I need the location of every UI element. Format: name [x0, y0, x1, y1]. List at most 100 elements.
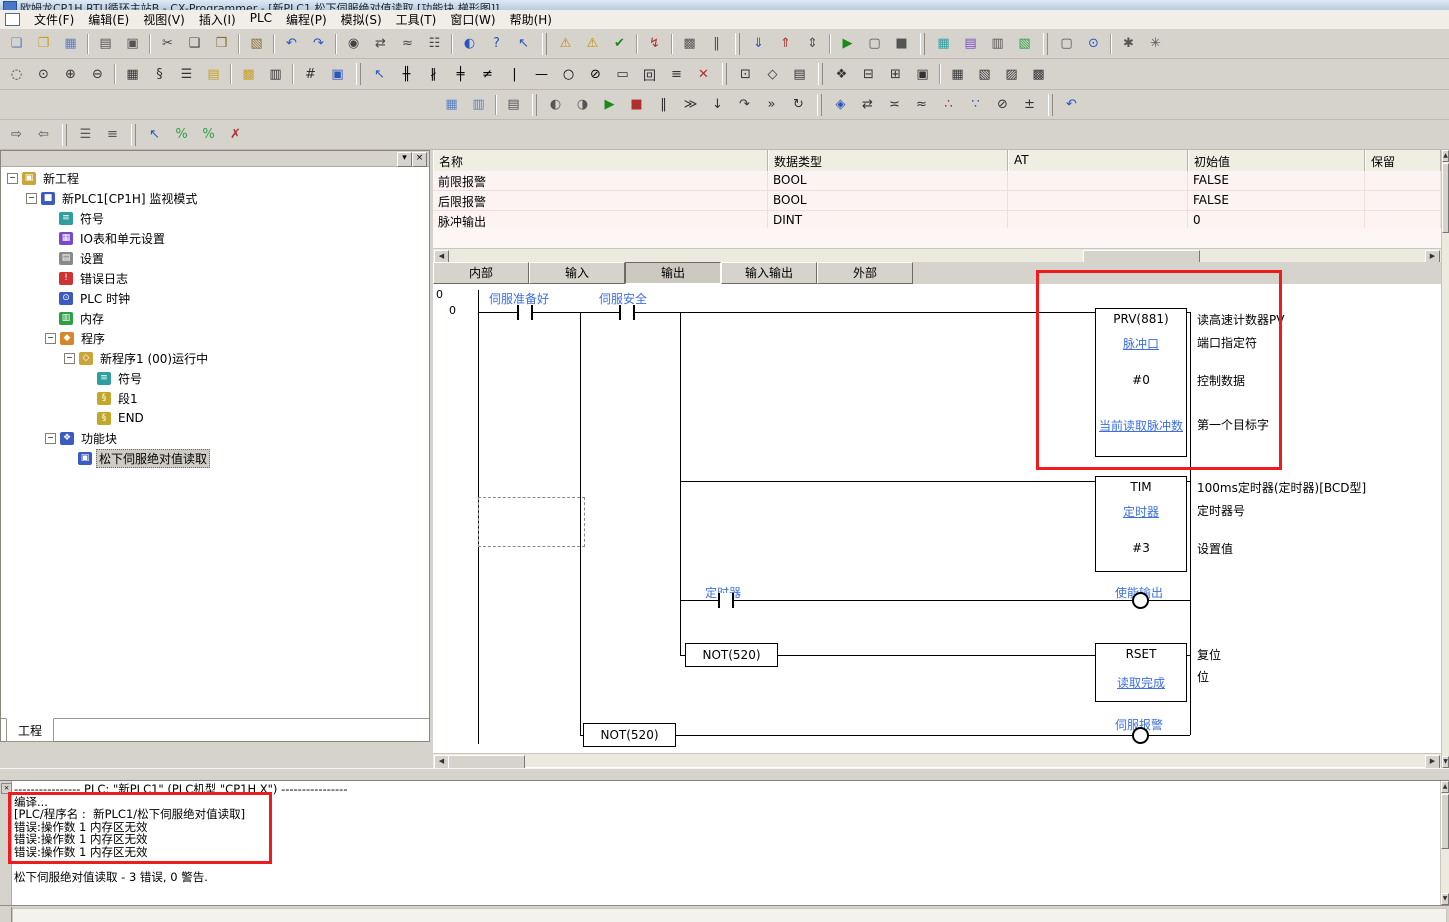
variable-table-hscrollbar[interactable]: ◀ ▶ [433, 248, 1441, 262]
tree-expander-icon[interactable]: − [45, 333, 56, 344]
scrollbar-thumb[interactable] [1442, 163, 1449, 233]
tree-item-fb-instance[interactable]: ▣松下伺服绝对值读取 [1, 448, 429, 468]
paste-attributes-button[interactable]: ▧ [244, 32, 269, 56]
coil-servo-alarm[interactable] [1132, 727, 1149, 744]
tree-item-section-1[interactable]: §段1 [1, 388, 429, 408]
output-window-button[interactable]: ▨ [999, 62, 1024, 86]
io-table-view-button[interactable]: ▤ [958, 32, 983, 56]
menu-view[interactable]: 视图(V) [136, 9, 192, 30]
output-vscrollbar[interactable]: ▲ ▼ [1440, 781, 1449, 905]
table-row[interactable]: 前限报警BOOLFALSE [433, 171, 1441, 191]
tree-item-project[interactable]: −▣新工程 [1, 168, 429, 188]
print-preview-button[interactable]: ▣ [120, 32, 145, 56]
zoom-button[interactable]: ⊙ [31, 62, 56, 86]
pause-button[interactable]: ‖ [651, 93, 676, 117]
table-cell[interactable] [1365, 171, 1441, 190]
coil-enable-output[interactable] [1132, 592, 1149, 609]
redo-button[interactable]: ↷ [306, 32, 331, 56]
tree-item-program-1[interactable]: −◇新程序1 (00)运行中 [1, 348, 429, 368]
fb-tab-input[interactable]: 输入 [529, 262, 625, 284]
fb-save-button[interactable]: ▦ [439, 93, 464, 117]
menu-plc[interactable]: PLC [243, 9, 279, 30]
value-set-button[interactable]: ± [1017, 93, 1042, 117]
run-mode-button[interactable]: ▶ [835, 32, 860, 56]
simulation-run-button[interactable]: ▶ [597, 93, 622, 117]
symbol-table-button[interactable]: ▦ [931, 32, 956, 56]
show-symbol-bar-button[interactable]: § [147, 62, 172, 86]
show-comments-button[interactable]: ▤ [201, 62, 226, 86]
window-cascade-button[interactable]: ❖ [829, 62, 854, 86]
find-button[interactable]: ◉ [341, 32, 366, 56]
contact-servo-safe[interactable] [619, 305, 635, 320]
new-closed-contact-button[interactable]: ∦ [421, 62, 446, 86]
splitter-grip[interactable] [0, 907, 12, 922]
run-to-cursor-button[interactable]: » [759, 93, 784, 117]
tree-item-error-log[interactable]: !错误日志 [1, 268, 429, 288]
online-work-button[interactable]: ↯ [642, 32, 667, 56]
tim-operand-1[interactable]: 定时器 [1096, 503, 1186, 520]
not-instruction-2[interactable]: NOT(520) [583, 723, 676, 747]
time-chart-monitor-button[interactable]: ≈ [909, 93, 934, 117]
window-tile-h-button[interactable]: ⊟ [856, 62, 881, 86]
decrease-indent-button[interactable]: ⇦ [31, 123, 56, 147]
scroll-down-icon[interactable]: ▼ [1442, 756, 1449, 768]
prv-operand-2[interactable]: #0 [1096, 373, 1186, 387]
not-instruction-1[interactable]: NOT(520) [685, 643, 778, 667]
memory-view-button[interactable]: ▧ [1012, 32, 1037, 56]
context-help-button[interactable]: ↖ [511, 32, 536, 56]
compile-all-button[interactable]: ⚠ [580, 32, 605, 56]
plc-settings-button[interactable]: ▥ [985, 32, 1010, 56]
pv-display-button[interactable]: ⊡ [733, 62, 758, 86]
watch-window-2-button[interactable]: ▩ [1026, 62, 1051, 86]
ct-view-button[interactable]: ▣ [325, 62, 350, 86]
symbol-display-button[interactable]: ▩ [236, 62, 261, 86]
zoom-select-button[interactable]: ◌ [4, 62, 29, 86]
tree-item-program-symbols[interactable]: ≡符号 [1, 368, 429, 388]
prv-operand-1[interactable]: 脉冲口 [1096, 335, 1186, 352]
io-comment-view-button[interactable]: ▤ [787, 62, 812, 86]
fb-tab-external[interactable]: 外部 [817, 262, 913, 284]
force-on-button[interactable]: ∴ [936, 93, 961, 117]
tree-item-plc-clock[interactable]: ⊙PLC 时钟 [1, 288, 429, 308]
menu-tools[interactable]: 工具(T) [389, 9, 444, 30]
tree-item-programs[interactable]: −◆程序 [1, 328, 429, 348]
paste-button[interactable]: ❒ [209, 32, 234, 56]
undo-online-edit-button[interactable]: ↶ [1059, 93, 1084, 117]
tree-item-settings[interactable]: ▤设置 [1, 248, 429, 268]
tree-item-section-end[interactable]: §END [1, 408, 429, 428]
program-mode-button[interactable]: ■ [889, 32, 914, 56]
table-cell[interactable]: FALSE [1188, 191, 1365, 210]
zoom-percent-1-button[interactable]: % [169, 123, 194, 147]
diff-monitor-button[interactable]: ≍ [882, 93, 907, 117]
new-instruction-button[interactable]: ▭ [610, 62, 635, 86]
scroll-down-icon[interactable]: ▼ [1441, 893, 1449, 905]
contact-servo-ready[interactable] [517, 305, 533, 320]
table-cell[interactable]: BOOL [768, 171, 1008, 190]
output-close-button[interactable]: × [1, 783, 12, 794]
fb-tab-internal[interactable]: 内部 [433, 262, 529, 284]
online-edit-begin-button[interactable]: ◐ [543, 93, 568, 117]
tree-item-function-blocks[interactable]: −❖功能块 [1, 428, 429, 448]
compare-with-plc-button[interactable]: ⇕ [800, 32, 825, 56]
clear-search-button[interactable]: ✗ [223, 123, 248, 147]
window-tile-v-button[interactable]: ⊞ [883, 62, 908, 86]
program-check-button[interactable]: ✔ [607, 32, 632, 56]
copy-button[interactable]: ❑ [182, 32, 207, 56]
table-cell[interactable] [1008, 191, 1188, 210]
menu-file[interactable]: 文件(F) [27, 9, 81, 30]
tree-expander-icon[interactable]: − [7, 173, 18, 184]
menu-insert[interactable]: 插入(I) [192, 9, 243, 30]
delete-wire-button[interactable]: ✕ [691, 62, 716, 86]
column-header[interactable]: 保留 [1365, 150, 1441, 171]
undo-button[interactable]: ↶ [279, 32, 304, 56]
select-tool-button[interactable]: ↖ [367, 62, 392, 86]
open-project-button[interactable]: ❐ [31, 32, 56, 56]
online-edit-send-button[interactable]: ◑ [570, 93, 595, 117]
new-coil-button[interactable]: ○ [556, 62, 581, 86]
change-all-button[interactable]: ≈ [395, 32, 420, 56]
zoom-in-button[interactable]: ⊕ [58, 62, 83, 86]
tree-expander-icon[interactable]: − [26, 193, 37, 204]
tim-instruction-block[interactable]: TIM 定时器 #3 [1095, 476, 1187, 572]
table-cell[interactable]: FALSE [1188, 171, 1365, 190]
cross-reference-button[interactable]: ☷ [422, 32, 447, 56]
